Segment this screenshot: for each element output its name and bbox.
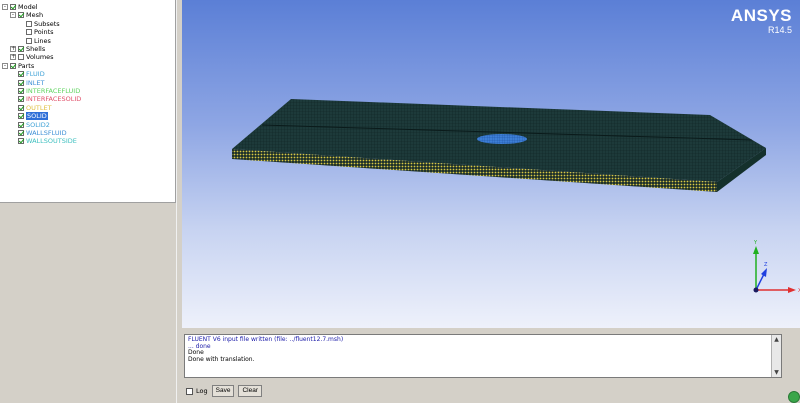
tree-item[interactable]: WALLSOUTSIDE <box>18 137 77 145</box>
tree-item[interactable]: - Mesh <box>10 11 43 19</box>
tree-item-label: Parts <box>18 61 35 70</box>
tree-item-label: INTERFACEFLUID <box>26 87 81 95</box>
tree-item-label: Subsets <box>34 19 60 28</box>
tree-item[interactable]: SOLID <box>18 112 48 121</box>
tree-checkbox[interactable] <box>18 88 24 94</box>
collapse-icon[interactable]: - <box>10 12 16 19</box>
clear-button[interactable]: Clear <box>238 385 262 397</box>
collapse-icon[interactable]: - <box>2 4 8 10</box>
tree-checkbox[interactable] <box>18 96 24 103</box>
tree-item-label: Volumes <box>26 53 54 62</box>
tree-checkbox[interactable] <box>26 37 32 44</box>
tree-item[interactable]: INTERFACESOLID <box>18 95 81 103</box>
console-side-scrollbar[interactable] <box>786 330 800 403</box>
tree-item[interactable]: INLET <box>18 79 44 87</box>
tree-item-label: INTERFACESOLID <box>26 95 82 104</box>
tree-item-label: WALLSOUTSIDE <box>26 137 77 146</box>
model-tree-panel: - Model - Mesh Subsets Points Lines + Shells + Vol… <box>0 0 176 203</box>
tree-item-label: SOLID <box>26 112 48 121</box>
tree-item[interactable]: - Model <box>2 3 38 11</box>
tree-item[interactable]: Lines <box>26 37 51 45</box>
tree-item[interactable]: OUTLET <box>18 104 52 112</box>
tree-item-label: Model <box>18 3 38 11</box>
tree-item[interactable]: Subsets <box>26 20 60 28</box>
log-checkbox[interactable] <box>186 387 193 395</box>
graphics-viewport[interactable]: ANSYS R14.5 Y X Z <box>182 0 800 328</box>
tree-item-label: INLET <box>26 78 45 87</box>
tree-item-label: Shells <box>26 45 46 53</box>
tree-item[interactable]: FLUID <box>18 70 45 78</box>
console-output[interactable]: FLUENT V6 input file written (file: ../f… <box>184 334 782 378</box>
tree-checkbox[interactable] <box>26 29 32 36</box>
scroll-up-arrow-icon[interactable]: ▲ <box>773 336 780 343</box>
tree-item[interactable]: INTERFACEFLUID <box>18 87 80 95</box>
details-panel <box>0 203 175 403</box>
tree-checkbox[interactable] <box>18 54 24 61</box>
tree-checkbox[interactable] <box>18 130 24 136</box>
tree-item[interactable]: + Shells <box>10 45 45 53</box>
expand-icon[interactable]: + <box>10 46 16 52</box>
tree-item-label: WALLSFLUID <box>26 129 67 137</box>
console-scrollbar[interactable]: ▲ ▼ <box>771 335 781 377</box>
console-lines: FLUENT V6 input file written (file: ../f… <box>185 335 781 363</box>
tree-item-label: FLUID <box>26 70 45 79</box>
console-line: Done with translation. <box>188 355 255 363</box>
tree-checkbox[interactable] <box>18 104 24 111</box>
tree-item[interactable]: WALLSFLUID <box>18 129 67 137</box>
expand-icon[interactable]: + <box>10 54 16 61</box>
tree-checkbox[interactable] <box>18 79 24 86</box>
tree-checkbox[interactable] <box>18 46 24 52</box>
tree-checkbox[interactable] <box>18 12 24 19</box>
tree-item[interactable]: Points <box>26 28 54 36</box>
tree-checkbox[interactable] <box>10 4 16 10</box>
tree-checkbox[interactable] <box>18 121 24 128</box>
tree-item-label: OUTLET <box>26 103 52 112</box>
status-indicator-icon <box>788 391 800 403</box>
axis-z-label: Z <box>764 262 768 268</box>
tree-checkbox[interactable] <box>18 138 24 145</box>
tree-checkbox[interactable] <box>18 113 24 120</box>
tree-item-label: Points <box>34 28 54 37</box>
tree-checkbox[interactable] <box>18 71 24 78</box>
collapse-icon[interactable]: - <box>2 62 8 69</box>
tree-checkbox[interactable] <box>10 62 16 69</box>
tree-item[interactable]: + Volumes <box>10 53 54 61</box>
tree-item-label: Mesh <box>26 11 44 20</box>
log-label: Log <box>196 387 208 395</box>
tree-item-label: Lines <box>34 36 51 45</box>
mesh-model <box>232 99 766 192</box>
tree-item[interactable]: SOLID2 <box>18 121 50 129</box>
message-console: FLUENT V6 input file written (file: ../f… <box>182 330 800 403</box>
axis-triad: Y X Z <box>753 240 800 294</box>
tree-item-label: SOLID2 <box>26 120 50 129</box>
scroll-down-arrow-icon[interactable]: ▼ <box>773 369 780 376</box>
axis-y-label: Y <box>753 240 758 246</box>
console-controls: Log Save Clear <box>186 384 262 398</box>
tree-item[interactable]: - Parts <box>2 62 34 70</box>
save-button[interactable]: Save <box>211 385 235 397</box>
dome-feature <box>477 134 527 144</box>
tree-checkbox[interactable] <box>26 20 32 27</box>
